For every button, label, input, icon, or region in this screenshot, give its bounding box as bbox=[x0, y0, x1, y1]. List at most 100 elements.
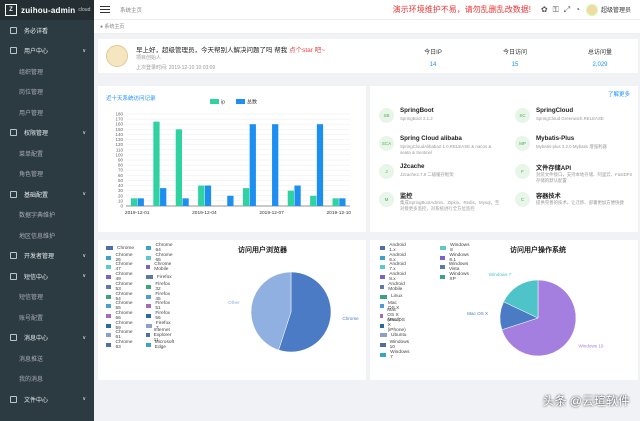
stat-ip: 今日IP 14 bbox=[424, 50, 442, 68]
bar-ip-0 bbox=[130, 198, 138, 206]
greeting: 早上好，超级管理员，今天帮别人解决问题了吗 帮我 点个star 吧~ bbox=[136, 47, 326, 54]
sidebar-item-18[interactable]: 文件中心 ∨ bbox=[0, 389, 94, 410]
top-tab-home[interactable]: 系统主页 bbox=[120, 6, 142, 14]
menu-icon bbox=[10, 252, 17, 260]
y-tick-label: 100 bbox=[115, 152, 123, 157]
bar-ip-1 bbox=[153, 121, 160, 206]
sidebar-item-label: 地区信息维护 bbox=[19, 233, 56, 240]
sidebar-item-label: 权限管理 bbox=[24, 131, 49, 138]
menu-toggle-icon[interactable] bbox=[100, 5, 110, 15]
bar-ip-9 bbox=[332, 198, 339, 206]
pie-label: Mac OS X bbox=[467, 311, 488, 316]
sidebar-item-label: 消息中心 bbox=[24, 336, 49, 343]
project-icon: SCA bbox=[379, 136, 394, 151]
last-login: 上次登录时间: 2019-12-10 10:03:09 bbox=[136, 65, 216, 71]
menu-icon bbox=[10, 190, 17, 198]
project-item[interactable]: C 容器技术 提供完善的技术，让迁移、部署更加方便快捷 bbox=[512, 188, 640, 216]
sidebar-item-6[interactable]: 菜单配置 bbox=[0, 143, 94, 164]
sidebar-item-0[interactable]: 务必详看 bbox=[0, 20, 94, 41]
sidebar-item-7[interactable]: 角色管理 bbox=[0, 164, 94, 185]
welcome-card: 早上好，超级管理员，今天帮别人解决问题了吗 帮我 点个star 吧~ 项目创始人… bbox=[98, 39, 638, 73]
project-desc: SpringCloudAlibaba2.1.0.RELEASE & nacos … bbox=[400, 144, 492, 155]
sidebar-item-10[interactable]: 地区信息维护 bbox=[0, 225, 94, 246]
legend-swatch bbox=[236, 99, 245, 104]
project-icon: MP bbox=[515, 136, 530, 151]
visits-bar-chart: 0102030405060708090100110120130140150160… bbox=[115, 99, 352, 217]
sidebar-item-2[interactable]: 组织管理 bbox=[0, 61, 94, 82]
project-name: J2cache bbox=[400, 163, 425, 170]
fullscreen-icon[interactable]: ⤢ bbox=[564, 5, 570, 15]
project-icon: SC bbox=[515, 108, 530, 123]
sidebar-item-3[interactable]: 岗位管理 bbox=[0, 82, 94, 103]
y-tick-label: 130 bbox=[115, 137, 123, 142]
sidebar-item-12[interactable]: 短信中心 ∨ bbox=[0, 266, 94, 287]
project-name: Spring Cloud alibaba bbox=[400, 135, 462, 142]
x-tick-label: 2019-12-10 bbox=[327, 210, 352, 216]
user-name[interactable]: 超级管理员 bbox=[601, 5, 631, 14]
x-tick-label: 2019-12-01 bbox=[125, 210, 150, 216]
project-item[interactable]: SC SpringCloud SpringCloud Greenwich.RELEA… bbox=[512, 104, 640, 132]
sidebar-item-13[interactable]: 短信管理 bbox=[0, 287, 94, 308]
project-item[interactable]: MP Mybatis-Plus Mybatis-plus 3.2.0 Mybatis… bbox=[512, 132, 640, 160]
bar-总数-5 bbox=[249, 124, 256, 206]
bar-总数-8 bbox=[316, 124, 324, 206]
sidebar: Z zuihou-admin cloud 务必详看 用户中心 ∨ 组织管理 岗位管理用户… bbox=[0, 0, 94, 421]
project-desc: Mybatis-plus 3.2.0 Mybatis 增强利器 bbox=[536, 144, 607, 149]
y-tick-label: 60 bbox=[118, 173, 124, 178]
y-tick-label: 90 bbox=[118, 158, 124, 163]
bar-ip-5 bbox=[242, 188, 250, 206]
chevron-down-icon: ∨ bbox=[82, 334, 86, 341]
y-tick-label: 50 bbox=[118, 178, 124, 183]
y-tick-label: 160 bbox=[115, 122, 123, 127]
sidebar-item-8[interactable]: 基础配置 ∨ bbox=[0, 184, 94, 205]
sidebar-item-9[interactable]: 数据字典维护 bbox=[0, 205, 94, 226]
x-tick-label: 2019-12-07 bbox=[259, 210, 284, 216]
project-item[interactable]: SCA Spring Cloud alibaba SpringCloudAlibab… bbox=[376, 132, 504, 160]
sidebar-item-17[interactable]: 我的消息 bbox=[0, 369, 94, 390]
star-link[interactable]: 点个star 吧~ bbox=[289, 47, 325, 54]
y-tick-label: 30 bbox=[118, 188, 124, 193]
project-item[interactable]: M 监控 集成SpringBootAdmin、Zipkin、Redis、Mysql，… bbox=[376, 188, 504, 216]
project-item[interactable]: SB SpringBoot SpringBoot 2.1.2 bbox=[376, 104, 504, 132]
project-name: 容器技术 bbox=[536, 193, 561, 200]
pie-label: Other bbox=[228, 300, 240, 305]
os-card: Android 1.x Android 6.x Android 7.x Android… bbox=[370, 240, 638, 380]
app-title: zuihou-admin bbox=[21, 5, 76, 15]
logo[interactable]: Z zuihou-admin cloud bbox=[0, 0, 94, 20]
legend-label: 总数 bbox=[247, 99, 257, 106]
sidebar-item-label: 我的消息 bbox=[19, 377, 44, 384]
notification-icon[interactable]: ◔ bbox=[575, 5, 580, 15]
logo-icon: Z bbox=[5, 4, 17, 16]
sidebar-item-5[interactable]: 权限管理 ∨ bbox=[0, 123, 94, 144]
project-item[interactable]: J J2cache J2cache2.7.8 二级缓存框架 bbox=[376, 160, 504, 188]
browser-pie-chart: Chrome Other bbox=[228, 271, 359, 353]
project-desc: SpringBoot 2.1.2 bbox=[400, 116, 433, 121]
sidebar-item-label: 用户管理 bbox=[19, 110, 44, 117]
welcome-avatar bbox=[106, 45, 128, 67]
y-tick-label: 70 bbox=[118, 168, 124, 173]
stat-total: 总访问量 2,029 bbox=[587, 50, 612, 68]
demo-notice: 演示环境维护不易，请勿乱删乱改数据! bbox=[392, 5, 531, 14]
avatar[interactable] bbox=[585, 3, 598, 16]
sidebar-item-1[interactable]: 用户中心 ∨ bbox=[0, 41, 94, 62]
bar-ip-3 bbox=[198, 185, 205, 206]
learn-more-link[interactable]: 了解更多 bbox=[608, 90, 630, 98]
tab-home[interactable]: ● 系统主页 bbox=[100, 23, 124, 30]
sidebar-menu: 务必详看 用户中心 ∨ 组织管理 岗位管理 用户管理 权限管理 ∨ 菜单配置 角色管理 基础配置 ∨ 数… bbox=[0, 20, 94, 410]
sidebar-item-label: 文件中心 bbox=[24, 397, 49, 404]
sidebar-item-4[interactable]: 用户管理 bbox=[0, 102, 94, 123]
app-suffix: cloud bbox=[78, 7, 91, 13]
settings-icon[interactable]: ✿ bbox=[541, 5, 548, 15]
sidebar-item-15[interactable]: 消息中心 ∨ bbox=[0, 328, 94, 349]
chevron-down-icon: ∨ bbox=[82, 396, 86, 403]
sidebar-item-label: 短信中心 bbox=[24, 274, 49, 281]
y-tick-label: 10 bbox=[118, 198, 124, 203]
sidebar-item-16[interactable]: 消息推送 bbox=[0, 348, 94, 369]
watermark: 头条 @云瑄软件 bbox=[542, 394, 630, 408]
sidebar-item-11[interactable]: 开发者管理 ∨ bbox=[0, 246, 94, 267]
sidebar-item-14[interactable]: 账号配置 bbox=[0, 307, 94, 328]
project-item[interactable]: F 文件存储API 封装文件接口，支持本地存储、阿里云、FastDFS存储的默认配置 bbox=[512, 160, 640, 188]
lock-icon[interactable]: ⚿ bbox=[553, 5, 559, 15]
project-name: SpringBoot bbox=[400, 107, 434, 114]
project-icon: J bbox=[379, 164, 394, 179]
